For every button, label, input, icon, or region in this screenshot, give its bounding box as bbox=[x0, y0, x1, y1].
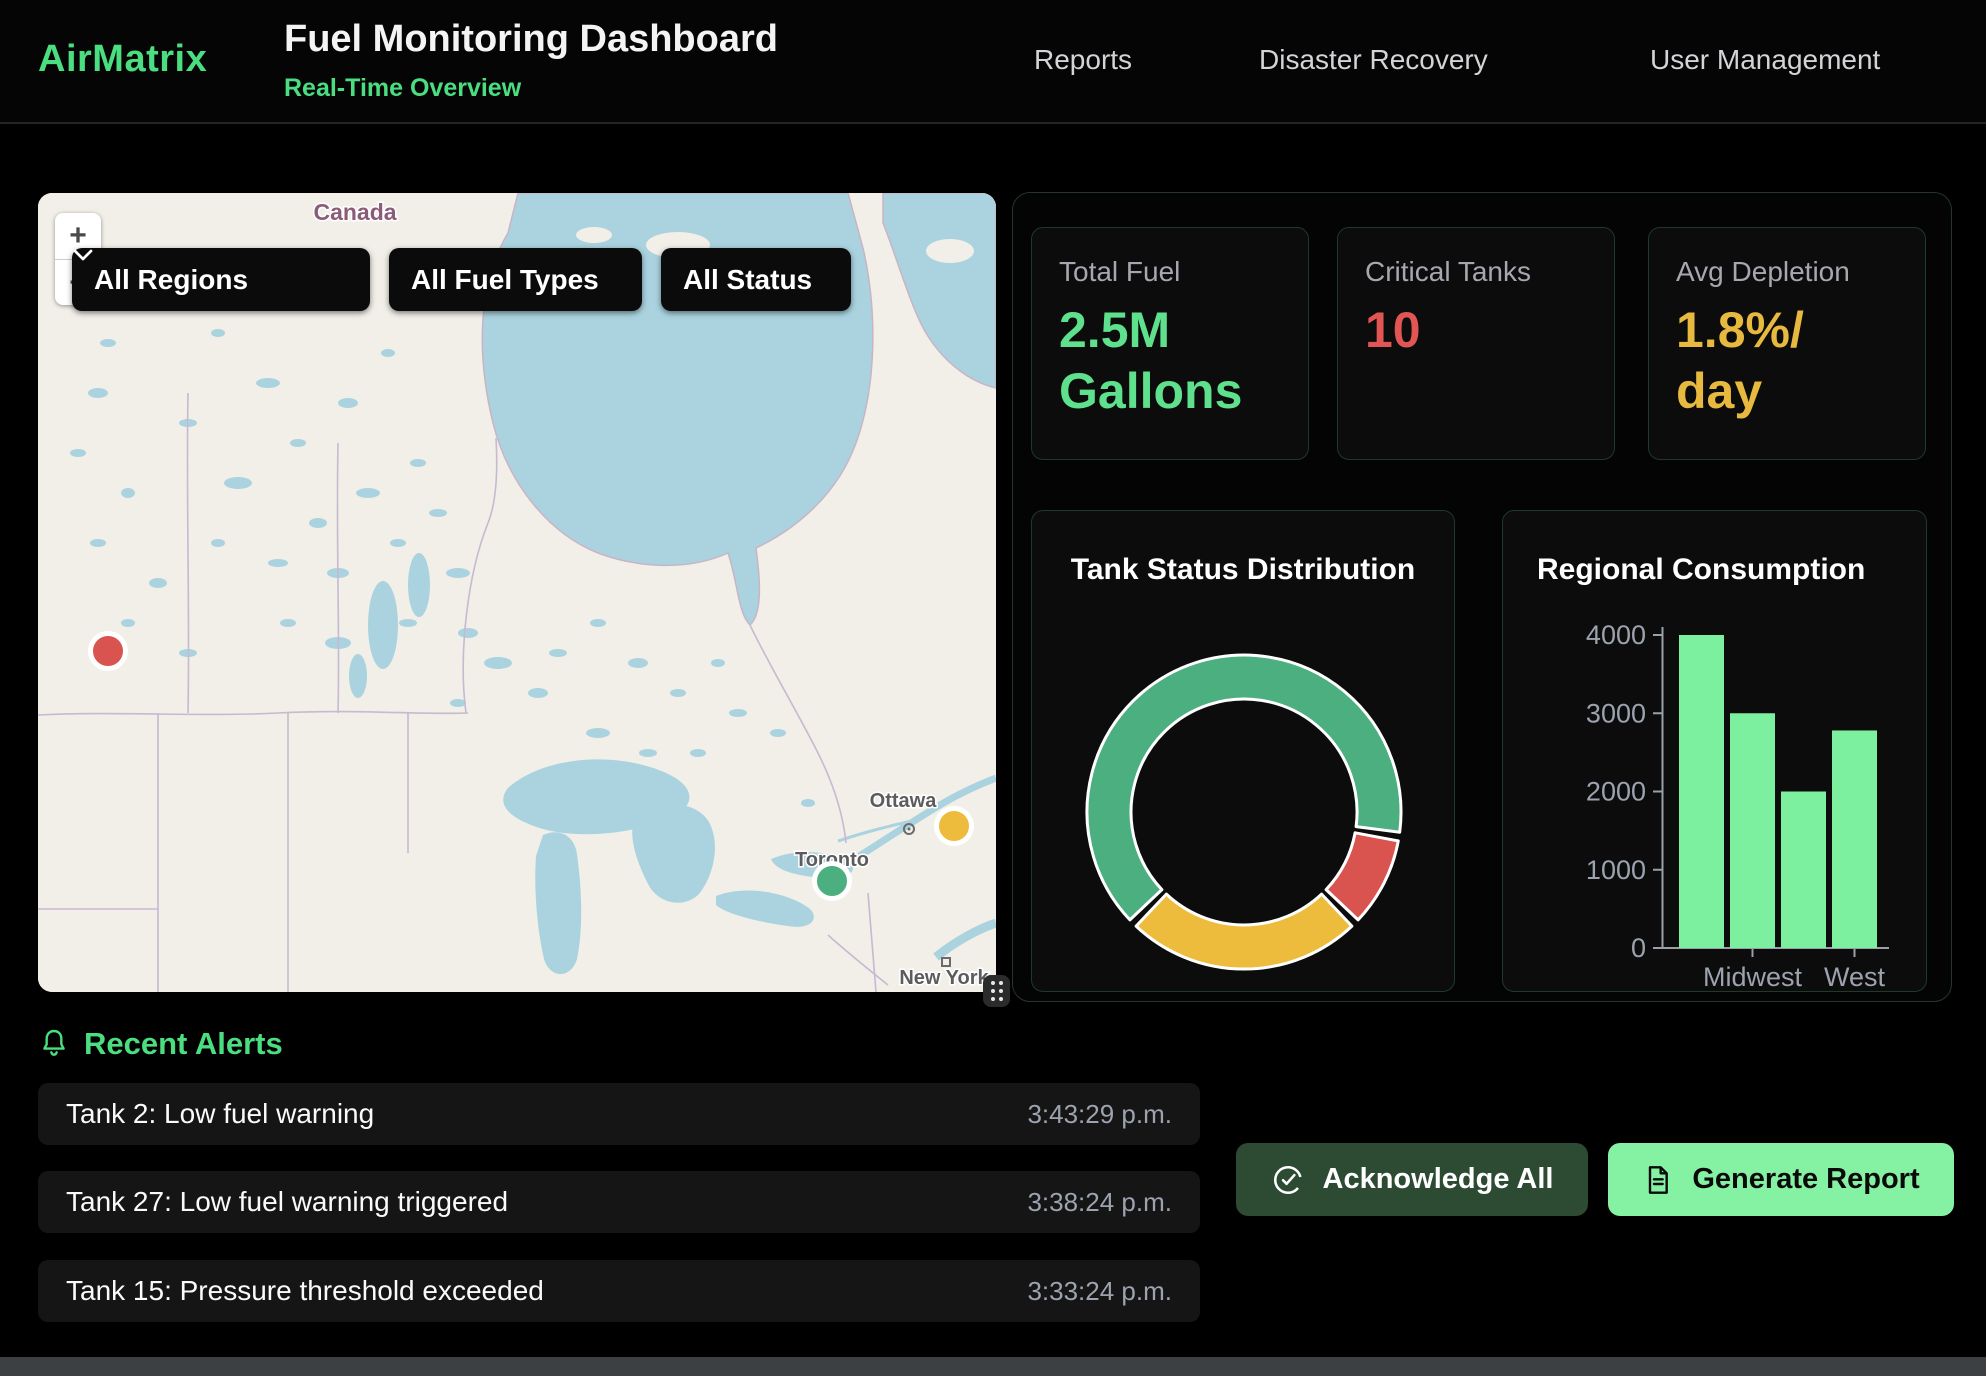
y-tick-label: 1000 bbox=[1586, 855, 1646, 885]
stat-label: Avg Depletion bbox=[1676, 256, 1850, 288]
map-filters: All Regions All Fuel Types All Status bbox=[72, 248, 851, 311]
alerts-section-title: Recent Alerts bbox=[84, 1026, 283, 1062]
stat-card-avg-depletion: Avg Depletion 1.8%/day bbox=[1648, 227, 1926, 460]
filter-label: All Regions bbox=[94, 264, 248, 296]
check-circle-icon bbox=[1271, 1163, 1305, 1197]
alert-row: Tank 2: Low fuel warning 3:43:29 p.m. bbox=[38, 1083, 1200, 1145]
alert-row: Tank 27: Low fuel warning triggered 3:38:… bbox=[38, 1171, 1200, 1233]
donut-segment-red bbox=[1326, 833, 1398, 920]
alert-time: 3:33:24 p.m. bbox=[1027, 1276, 1172, 1307]
filter-all-status[interactable]: All Status bbox=[661, 248, 851, 311]
tank-marker-green[interactable] bbox=[812, 861, 852, 901]
bar-west bbox=[1832, 730, 1877, 948]
x-tick-label: Midwest bbox=[1703, 962, 1803, 992]
brand-logo: AirMatrix bbox=[38, 38, 207, 81]
stat-value: 10 bbox=[1365, 300, 1575, 361]
stat-label: Critical Tanks bbox=[1365, 256, 1531, 288]
regional-consumption-card: Regional Consumption 0 1000 2000 3000 4000 Mi… bbox=[1502, 510, 1927, 992]
page-subtitle: Real-Time Overview bbox=[284, 74, 521, 103]
bell-icon bbox=[38, 1026, 70, 1060]
stat-label: Total Fuel bbox=[1059, 256, 1180, 288]
acknowledge-all-button[interactable]: Acknowledge All bbox=[1236, 1143, 1588, 1216]
nav-item-user-management[interactable]: User Management bbox=[1650, 44, 1880, 76]
bar-chart-title: Regional Consumption bbox=[1503, 553, 1926, 587]
map-label-canada: Canada bbox=[313, 199, 396, 225]
nav-item-reports[interactable]: Reports bbox=[1034, 44, 1132, 76]
acknowledge-all-label: Acknowledge All bbox=[1323, 1163, 1554, 1196]
filter-all-fuel-types[interactable]: All Fuel Types bbox=[389, 248, 642, 311]
generate-report-button[interactable]: Generate Report bbox=[1608, 1143, 1954, 1216]
alert-text: Tank 2: Low fuel warning bbox=[66, 1098, 374, 1130]
fuel-monitoring-dashboard: AirMatrix Fuel Monitoring Dashboard Real… bbox=[0, 0, 1986, 1376]
x-tick-label: West bbox=[1824, 962, 1886, 992]
map-label-new-york: New York bbox=[899, 967, 989, 989]
stat-card-total-fuel: Total Fuel 2.5MGallons bbox=[1031, 227, 1309, 460]
filter-all-regions[interactable]: All Regions bbox=[72, 248, 370, 311]
alert-row: Tank 15: Pressure threshold exceeded 3:33… bbox=[38, 1260, 1200, 1322]
app-header: AirMatrix Fuel Monitoring Dashboard Real… bbox=[0, 0, 1986, 124]
nav-item-disaster-recovery[interactable]: Disaster Recovery bbox=[1259, 44, 1488, 76]
tank-marker-red[interactable] bbox=[88, 631, 128, 671]
stat-value: 2.5MGallons bbox=[1059, 300, 1269, 422]
filter-label: All Status bbox=[683, 264, 812, 296]
alert-time: 3:38:24 p.m. bbox=[1027, 1187, 1172, 1218]
generate-report-label: Generate Report bbox=[1692, 1163, 1919, 1196]
alert-text: Tank 15: Pressure threshold exceeded bbox=[66, 1275, 544, 1307]
drag-handle-icon[interactable] bbox=[983, 975, 1010, 1007]
stat-value: 1.8%/day bbox=[1676, 300, 1886, 422]
donut-segment-yellow bbox=[1136, 894, 1352, 969]
document-icon bbox=[1642, 1164, 1674, 1196]
y-tick-label: 4000 bbox=[1586, 620, 1646, 650]
chevron-down-icon bbox=[72, 248, 94, 262]
tank-marker-yellow[interactable] bbox=[934, 806, 974, 846]
y-tick-label: 0 bbox=[1631, 933, 1646, 963]
alert-text: Tank 27: Low fuel warning triggered bbox=[66, 1186, 508, 1218]
y-tick-label: 2000 bbox=[1586, 777, 1646, 807]
page-title: Fuel Monitoring Dashboard bbox=[284, 18, 778, 61]
map-label-ottawa: Ottawa bbox=[870, 790, 938, 812]
bar-category-1 bbox=[1679, 635, 1724, 948]
map[interactable]: CanadaOttawaTorontoNew York + − All Regi… bbox=[38, 193, 996, 992]
tank-status-card: Tank Status Distribution bbox=[1031, 510, 1455, 992]
bar-category-3 bbox=[1781, 792, 1826, 949]
map-canvas: CanadaOttawaTorontoNew York bbox=[38, 193, 996, 992]
alert-time: 3:43:29 p.m. bbox=[1027, 1099, 1172, 1130]
metrics-panel: Total Fuel 2.5MGallons Critical Tanks 10 Avg… bbox=[1012, 192, 1952, 1002]
y-tick-label: 3000 bbox=[1586, 698, 1646, 728]
filter-label: All Fuel Types bbox=[411, 264, 599, 296]
horizontal-scrollbar[interactable] bbox=[0, 1357, 1986, 1376]
stat-card-critical-tanks: Critical Tanks 10 bbox=[1337, 227, 1615, 460]
donut-chart-title: Tank Status Distribution bbox=[1032, 553, 1454, 587]
bar-midwest bbox=[1730, 713, 1775, 948]
